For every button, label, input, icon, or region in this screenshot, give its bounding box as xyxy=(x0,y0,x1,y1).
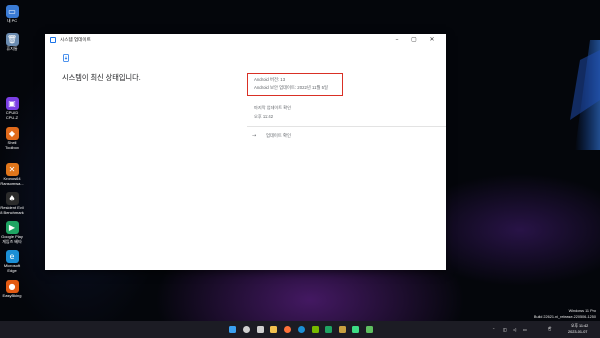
check-update-label: 업데이트 확인 xyxy=(266,133,291,138)
search-icon[interactable] xyxy=(243,326,250,333)
easybking-icon: ● xyxy=(5,280,19,293)
kronos64-icon: ✕ xyxy=(5,163,19,176)
desktop-icon-kronos64[interactable]: ✕ Kronos64 Ransomwa... xyxy=(0,163,24,186)
close-button[interactable]: ✕ xyxy=(425,34,439,45)
desktop-icon-recycle-bin[interactable]: 🗑 휴지통 xyxy=(0,33,24,52)
desktop-icon-easybking[interactable]: ● EasyBking xyxy=(0,280,24,299)
status-message: 시스템이 최신 상태입니다. xyxy=(62,73,141,82)
battery-icon[interactable]: ▭ xyxy=(523,327,527,332)
close-icon: ✕ xyxy=(429,36,435,43)
desktop-icon-label: Shell Toolbox xyxy=(5,140,19,150)
security-update-date: Android 보안 업데이트: 2022년 11월 5일 xyxy=(254,85,328,90)
recycle-bin-icon: 🗑 xyxy=(5,33,19,46)
phone-icon[interactable] xyxy=(366,326,373,333)
desktop-icon-shell-toolbox[interactable]: ◆ Shell Toolbox xyxy=(0,127,24,150)
clock-time[interactable]: 오후 11:42 xyxy=(571,324,588,329)
file-explorer-icon[interactable] xyxy=(270,326,277,333)
app-icon[interactable] xyxy=(339,326,346,333)
nvidia-icon[interactable] xyxy=(312,326,319,333)
edge-icon[interactable] xyxy=(298,326,305,333)
desktop-icon-my-pc[interactable]: ▭ 내 PC xyxy=(0,5,24,24)
tray-chevron-icon[interactable]: ⌃ xyxy=(492,327,495,332)
desktop-icon-edge[interactable]: e Microsoft Edge xyxy=(0,250,24,273)
task-view-icon[interactable] xyxy=(257,326,264,333)
input-language-indicator[interactable]: 한 xyxy=(548,327,552,332)
desktop-icon-label: 휴지통 xyxy=(6,46,18,51)
last-checked-time: 오후 11:42 xyxy=(254,114,274,119)
google-play-games-icon: ▶ xyxy=(5,221,19,234)
network-icon[interactable]: ◫ xyxy=(503,327,507,332)
system-update-app-icon xyxy=(50,36,56,43)
clock-date[interactable]: 2023-01-07 xyxy=(568,330,587,334)
last-checked-label: 마지막 업데이트 확인 xyxy=(254,105,292,110)
system-update-window: 시스템 업데이트 – ▢ ✕ 시스템이 최신 상태입니다. Android 버전… xyxy=(45,34,446,270)
android-version: Android 버전: 13 xyxy=(254,77,286,82)
android-icon[interactable] xyxy=(352,326,359,333)
check-update-button[interactable]: → 업데이트 확인 xyxy=(247,127,446,145)
resident-evil-icon: ♠ xyxy=(5,192,19,205)
minimize-button[interactable]: – xyxy=(390,34,404,45)
maximize-icon: ▢ xyxy=(411,36,417,43)
arrow-right-icon: → xyxy=(252,133,257,139)
edge-icon: e xyxy=(5,250,19,263)
windows-build-watermark: Build 22621.ni_release.220506-1250 xyxy=(533,315,596,319)
desktop-icon-label: CPUID CPU-Z xyxy=(5,110,19,120)
window-title: 시스템 업데이트 xyxy=(60,36,91,42)
google-play-games-icon[interactable] xyxy=(325,326,332,333)
desktop-icon-label: Microsoft Edge xyxy=(3,263,21,273)
desktop-icon-label: EasyBking xyxy=(2,293,22,298)
desktop-icon-cpuz[interactable]: ▣ CPUID CPU-Z xyxy=(0,97,24,120)
desktop-icon-google-play-games[interactable]: ▶ Google Play 게임즈 베타 xyxy=(0,221,24,244)
volume-icon[interactable]: ◁ xyxy=(513,327,516,332)
firefox-icon[interactable] xyxy=(284,326,291,333)
desktop-icon-label: 내 PC xyxy=(6,18,18,23)
window-titlebar[interactable]: 시스템 업데이트 – ▢ ✕ xyxy=(45,34,446,45)
shell-toolbox-icon: ◆ xyxy=(5,127,19,140)
minimize-icon: – xyxy=(395,36,399,43)
taskbar: ⌃ ◫ ◁ ▭ 한 오후 11:42 2023-01-07 xyxy=(0,321,600,338)
desktop-icon-label: Kronos64 Ransomwa... xyxy=(0,176,24,186)
desktop-icon-label: Google Play 게임즈 베타 xyxy=(1,234,23,244)
wallpaper-light-streaks xyxy=(570,40,600,150)
maximize-button[interactable]: ▢ xyxy=(407,34,421,45)
desktop-icon-label: Resident Evil 8 Benchmark xyxy=(0,205,24,215)
desktop-icon-resident-evil[interactable]: ♠ Resident Evil 8 Benchmark xyxy=(0,192,24,215)
system-update-phone-icon xyxy=(63,54,69,62)
my-pc-icon: ▭ xyxy=(5,5,19,18)
start-icon[interactable] xyxy=(229,326,236,333)
windows-edition-watermark: Windows 11 Pro xyxy=(568,309,596,313)
cpuz-icon: ▣ xyxy=(5,97,19,110)
